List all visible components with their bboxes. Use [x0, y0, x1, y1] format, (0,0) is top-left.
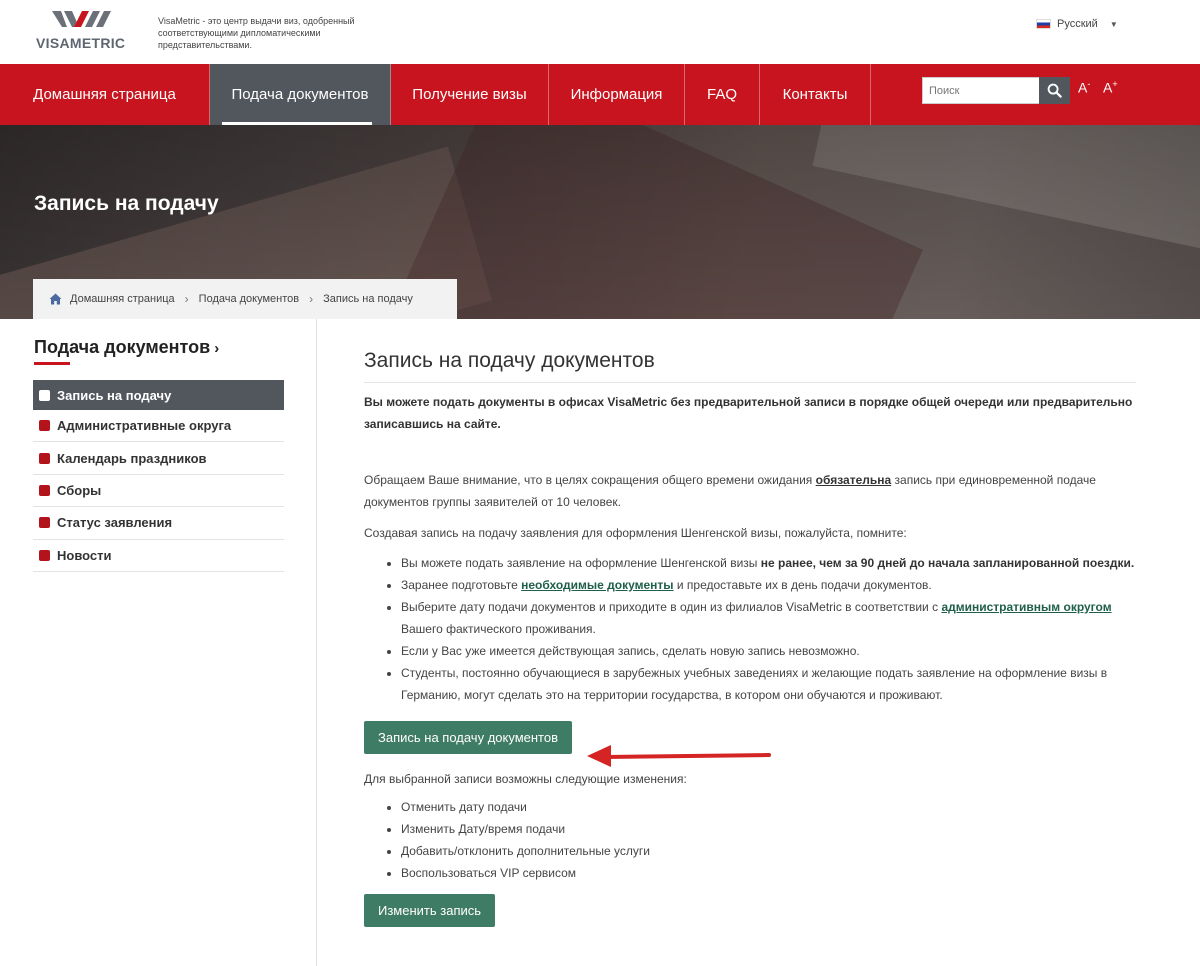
font-increase-label: A — [1103, 79, 1113, 96]
notice-text: Обращаем Ваше внимание, что в целях сокр… — [364, 473, 816, 487]
language-selector[interactable]: Русский ▼ — [1036, 18, 1118, 30]
square-bullet-icon — [39, 484, 50, 496]
districts-link[interactable]: административным округом — [941, 600, 1111, 614]
content-title: Запись на подачу документов — [364, 349, 1136, 383]
list-item: Студенты, постоянно обучающиеся в зарубе… — [401, 662, 1136, 706]
sidebar-item-districts[interactable]: Административные округа — [33, 410, 284, 443]
sidebar-title[interactable]: Подача документов › — [34, 337, 219, 358]
search-box — [922, 77, 1040, 104]
search-icon — [1047, 83, 1062, 98]
nav-item-label: Получение визы — [412, 86, 527, 103]
list-item-emphasis: не ранее, чем за 90 дней до начала запла… — [760, 556, 1135, 570]
search-input[interactable] — [923, 78, 1039, 103]
list-item: Добавить/отклонить дополнительные услуги — [401, 840, 1136, 862]
font-increase-button[interactable]: A+ — [1103, 79, 1118, 96]
list-item-text: Заранее подготовьте — [401, 578, 522, 592]
rules-list: Вы можете подать заявление на оформление… — [364, 552, 1136, 706]
font-decrease-sign: - — [1087, 79, 1091, 89]
sidebar-title-underline — [34, 362, 70, 365]
breadcrumb-home[interactable]: Домашняя страница — [70, 293, 175, 305]
sidebar-divider — [316, 319, 317, 966]
sidebar-item-label: Календарь праздников — [57, 450, 207, 466]
required-documents-link[interactable]: необходимые документы — [521, 578, 673, 592]
breadcrumb-current: Запись на подачу — [323, 293, 413, 305]
list-item-text: Выберите дату подачи документов и приход… — [401, 600, 942, 614]
breadcrumb: Домашняя страница › Подача документов › … — [33, 279, 457, 319]
sidebar-item-label: Административные округа — [57, 418, 232, 434]
visametric-logo[interactable]: VISAMETRIC — [36, 9, 132, 53]
chevron-right-icon: › — [184, 292, 189, 306]
change-appointment-button[interactable]: Изменить запись — [364, 894, 496, 927]
sidebar-item-label: Сборы — [57, 482, 102, 498]
square-bullet-icon — [39, 517, 50, 529]
list-item-text: и предоставьте их в день подачи документ… — [673, 578, 932, 592]
main-nav: Домашняя страница Подача документов Полу… — [0, 64, 1200, 125]
sidebar-item-label: Статус заявления — [57, 515, 173, 531]
chevron-right-icon: › — [214, 340, 220, 357]
sidebar-item-label: Запись на подачу — [57, 387, 172, 403]
sidebar-title-label: Подача документов — [34, 337, 211, 357]
sidebar-item-fees[interactable]: Сборы — [33, 475, 284, 508]
font-increase-sign: + — [1112, 79, 1118, 89]
square-bullet-icon — [39, 452, 50, 464]
home-icon[interactable] — [49, 293, 62, 305]
nav-item-information[interactable]: Информация — [549, 64, 685, 125]
list-item: Отменить дату подачи — [401, 796, 1136, 818]
sidebar-item-news[interactable]: Новости — [33, 540, 284, 572]
logo-mark-icon — [52, 11, 111, 27]
sidebar-menu: Запись на подачу Административные округа… — [33, 380, 284, 572]
sidebar-item-label: Новости — [57, 547, 112, 563]
list-item: Вы можете подать заявление на оформление… — [401, 552, 1136, 574]
search-button[interactable] — [1039, 77, 1070, 104]
list-item-text: Вашего фактического проживания. — [401, 622, 596, 636]
list-item-text: Вы можете подать заявление на оформление… — [401, 556, 761, 570]
square-bullet-icon — [39, 549, 50, 561]
nav-item-faq[interactable]: FAQ — [685, 64, 760, 125]
sidebar-item-status[interactable]: Статус заявления — [33, 507, 284, 540]
font-decrease-button[interactable]: A- — [1078, 79, 1090, 96]
sidebar-item-appointment[interactable]: Запись на подачу — [33, 380, 284, 410]
hero-banner: Запись на подачу Домашняя страница › Под… — [0, 125, 1200, 319]
nav-item-submission[interactable]: Подача документов — [210, 64, 391, 125]
square-bullet-icon — [39, 389, 50, 401]
russia-flag-icon — [1036, 19, 1051, 29]
list-item: Если у Вас уже имеется действующая запис… — [401, 640, 1136, 662]
square-bullet-icon — [39, 420, 50, 432]
list-item: Выберите дату подачи документов и приход… — [401, 596, 1136, 640]
font-decrease-label: A — [1078, 79, 1088, 96]
nav-item-contacts[interactable]: Контакты — [760, 64, 871, 125]
logo-text: VISAMETRIC — [36, 35, 126, 51]
language-label: Русский — [1057, 18, 1098, 30]
changes-list: Отменить дату подачи Изменить Дату/время… — [364, 796, 1136, 884]
lead-paragraph: Вы можете подать документы в офисах Visa… — [364, 395, 1133, 431]
nav-item-home[interactable]: Домашняя страница — [0, 64, 210, 125]
breadcrumb-submission[interactable]: Подача документов — [199, 293, 299, 305]
site-header: VISAMETRIC VisaMetric - это центр выдачи… — [0, 0, 1200, 64]
header-tagline: VisaMetric - это центр выдачи виз, одобр… — [158, 16, 355, 50]
list-item: Заранее подготовьте необходимые документ… — [401, 574, 1136, 596]
chevron-right-icon: › — [309, 292, 314, 306]
nav-item-label: FAQ — [706, 86, 737, 103]
book-appointment-button[interactable]: Запись на подачу документов — [364, 721, 572, 754]
page-title: Запись на подачу — [34, 192, 219, 215]
list-item: Воспользоваться VIP сервисом — [401, 862, 1136, 884]
sidebar-item-holidays[interactable]: Календарь праздников — [33, 442, 284, 475]
nav-item-label: Информация — [570, 86, 663, 103]
main-content: Запись на подачу документов Вы можете по… — [364, 349, 1136, 927]
nav-item-label: Домашняя страница — [33, 86, 176, 103]
nav-item-label: Контакты — [782, 86, 848, 103]
notice-emphasis: обязательна — [815, 473, 892, 487]
notice-paragraph: Обращаем Ваше внимание, что в целях сокр… — [364, 469, 1136, 513]
caret-down-icon: ▼ — [1109, 19, 1118, 29]
nav-item-label: Подача документов — [231, 86, 369, 103]
red-arrow-icon — [587, 745, 771, 767]
reminder-paragraph: Создавая запись на подачу заявления для … — [364, 526, 907, 540]
nav-item-visa-receipt[interactable]: Получение визы — [391, 64, 549, 125]
list-item: Изменить Дату/время подачи — [401, 818, 1136, 840]
